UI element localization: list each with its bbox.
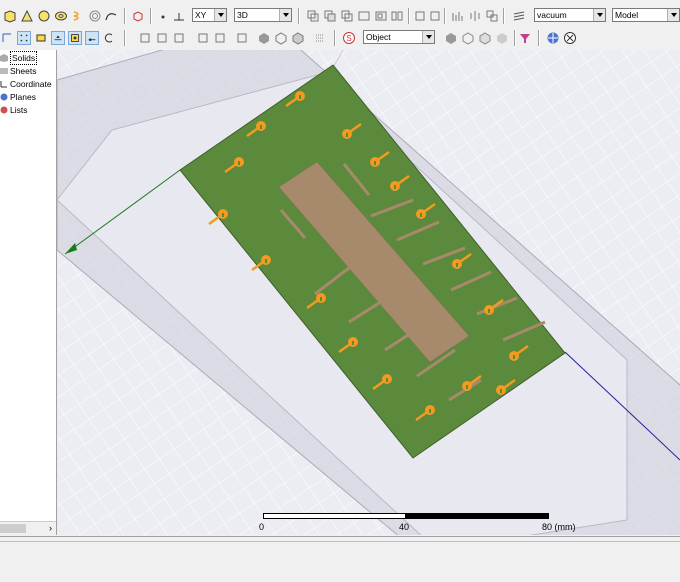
tree-item-label: Solids <box>10 51 38 65</box>
material-select[interactable]: vacuum <box>534 8 606 22</box>
sweep-icon[interactable] <box>413 9 427 23</box>
line-draw-icon[interactable] <box>172 9 186 23</box>
scale-bar <box>263 513 549 519</box>
measure-icon[interactable] <box>451 9 465 23</box>
pyramid-draw-icon[interactable] <box>20 9 34 23</box>
snap-edge-center-icon[interactable] <box>51 31 65 45</box>
spiral-draw-icon[interactable] <box>88 9 102 23</box>
select-by-name-icon[interactable]: S <box>342 31 356 45</box>
status-divider <box>0 541 680 548</box>
tree-item-planes[interactable]: Planes <box>0 91 36 103</box>
tree-item-lists[interactable]: Lists <box>0 104 27 116</box>
thicken-icon[interactable] <box>428 9 442 23</box>
unite-icon[interactable] <box>306 9 320 23</box>
tree-item-label: Sheets <box>10 66 37 76</box>
filter-icon[interactable] <box>518 31 532 45</box>
analyze-icon[interactable] <box>563 31 577 45</box>
view-transparent-icon[interactable] <box>478 31 492 45</box>
status-bar <box>0 536 680 582</box>
svg-text:S: S <box>346 34 351 43</box>
tree-item-label: Coordinate <box>10 79 52 89</box>
coordinate-icon <box>0 81 7 88</box>
user-defined-primitive-icon[interactable] <box>131 9 145 23</box>
view-solid-icon[interactable] <box>444 31 458 45</box>
mesh-icon[interactable] <box>546 31 560 45</box>
duplicate-icon[interactable] <box>485 9 499 23</box>
shade-wire-icon[interactable] <box>274 31 288 45</box>
sphere-draw-icon[interactable] <box>37 9 51 23</box>
view-wireframe-icon[interactable] <box>461 31 475 45</box>
object-select[interactable]: Object <box>363 30 435 44</box>
tree-horizontal-scrollbar[interactable]: › <box>0 521 56 535</box>
grid-settings-icon[interactable] <box>313 31 327 45</box>
snap-quadrant-icon[interactable] <box>85 31 99 45</box>
snap-arc-center-icon[interactable] <box>102 31 116 45</box>
torus-draw-icon[interactable] <box>54 9 68 23</box>
scrollbar-thumb[interactable] <box>0 524 26 533</box>
tree-item-label: Planes <box>10 92 36 102</box>
fit-selection-icon[interactable] <box>155 31 169 45</box>
solids-icon <box>0 54 8 62</box>
zoom-view-icon[interactable] <box>213 31 227 45</box>
pan-view-icon[interactable] <box>196 31 210 45</box>
imprint-icon[interactable] <box>374 9 388 23</box>
tree-item-sheets[interactable]: Sheets <box>0 65 36 77</box>
intersect-icon[interactable] <box>340 9 354 23</box>
mode-select[interactable]: Model <box>612 8 680 22</box>
mirror-icon[interactable] <box>468 9 482 23</box>
separate-icon[interactable] <box>390 9 404 23</box>
sheets-icon <box>0 68 8 74</box>
model-tree: Solids Sheets Coordinate Planes Lists › <box>0 50 57 535</box>
point-draw-icon[interactable] <box>156 9 170 23</box>
shade-solid-icon[interactable] <box>257 31 271 45</box>
subtract-icon[interactable] <box>323 9 337 23</box>
tree-item-coordinate[interactable]: Coordinate <box>0 78 52 90</box>
select-mode-icon[interactable] <box>0 31 14 45</box>
view-hidden-icon[interactable] <box>495 31 509 45</box>
snap-vertex-icon[interactable] <box>34 31 48 45</box>
fit-all-icon[interactable] <box>138 31 152 45</box>
material-icon[interactable] <box>512 9 526 23</box>
scale-tick-40: 40 <box>399 522 410 532</box>
scale-tick-0: 0 <box>259 522 265 532</box>
scroll-right-icon[interactable]: › <box>49 523 52 533</box>
tree-item-label: Lists <box>10 105 28 115</box>
toolbar-row-2: S Object <box>0 27 680 49</box>
lists-icon <box>0 106 8 114</box>
shade-both-icon[interactable] <box>291 31 305 45</box>
orient-view-icon[interactable] <box>235 31 249 45</box>
snap-face-center-icon[interactable] <box>68 31 82 45</box>
toolbar-row-1: XY 3D vacuum Model <box>0 5 680 27</box>
snap-grid-icon[interactable] <box>17 31 31 45</box>
planes-icon <box>0 93 8 101</box>
rotate-view-icon[interactable] <box>172 31 186 45</box>
scale-tick-80: 80 (mm) <box>542 522 576 532</box>
plane-select[interactable]: XY <box>192 8 227 22</box>
split-icon[interactable] <box>357 9 371 23</box>
tree-item-solids[interactable]: Solids <box>0 51 38 65</box>
modeler-scene[interactable] <box>57 50 680 535</box>
bondwire-draw-icon[interactable] <box>104 9 118 23</box>
modeler-3d-viewport[interactable]: 0 40 80 (mm) <box>57 50 680 535</box>
view-select[interactable]: 3D <box>234 8 292 22</box>
box-draw-icon[interactable] <box>3 9 17 23</box>
helix-draw-icon[interactable] <box>71 9 85 23</box>
